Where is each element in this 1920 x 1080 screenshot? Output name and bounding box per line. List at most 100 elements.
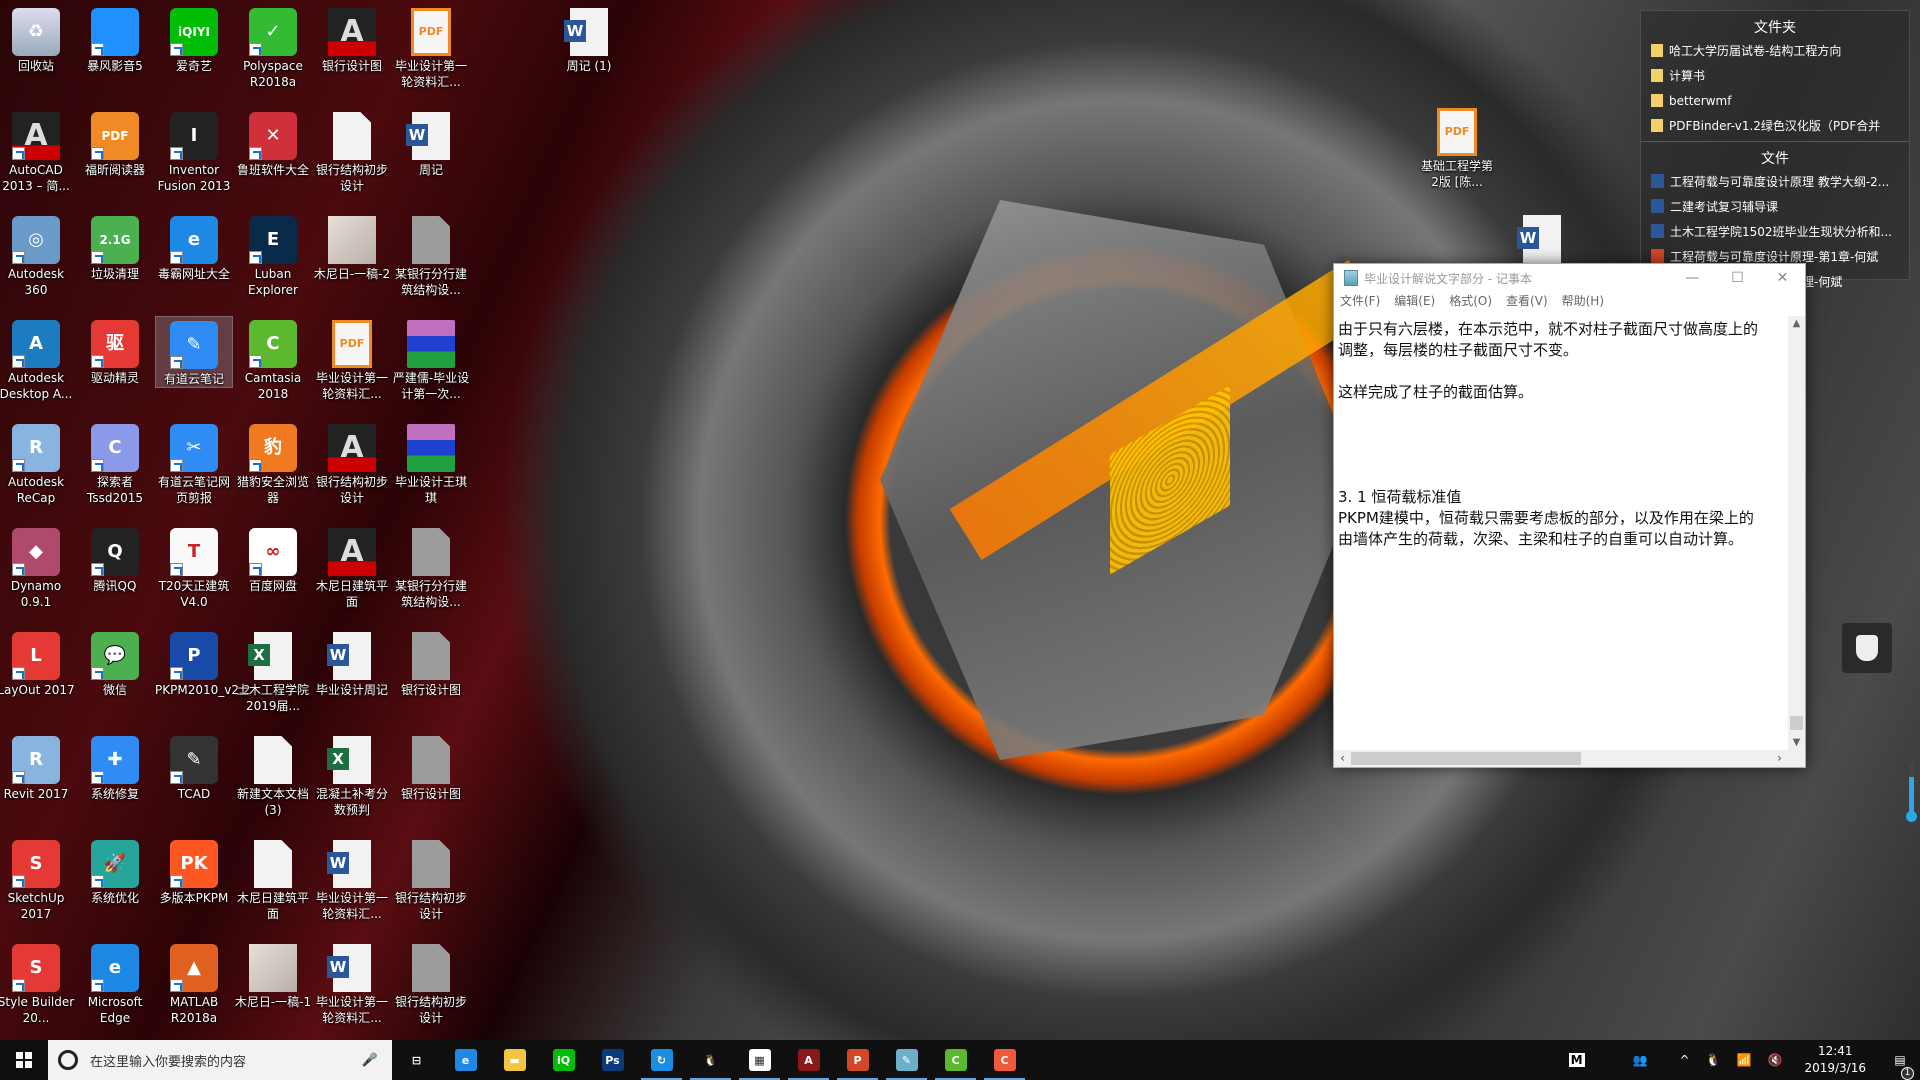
desktop-icon[interactable]: PDF 毕业设计第一轮资料汇... [392,4,470,90]
menu-help[interactable]: 帮助(H) [1562,292,1604,312]
desktop-icon[interactable]: R Revit 2017 [0,732,75,802]
desktop-icon[interactable]: 毕业设计第一轮资料汇... [313,836,391,922]
ime-indicator[interactable]: M [1568,1053,1585,1067]
jump-file-item[interactable]: 土木工程学院1502班毕业生现状分析和... [1641,220,1909,245]
menu-edit[interactable]: 编辑(E) [1394,292,1435,312]
jump-folder-item[interactable]: betterwmf [1641,89,1909,114]
desktop-icon[interactable]: 周记 [392,108,470,178]
desktop-icon[interactable]: A 银行设计图 [313,4,391,74]
desktop-icon[interactable]: ▲ MATLAB R2018a [155,940,233,1026]
desktop-icon[interactable]: e Microsoft Edge [76,940,154,1026]
desktop-icon[interactable]: 木尼日建筑平面 [234,836,312,922]
desktop-icon[interactable]: ✎ 有道云笔记 [155,316,233,388]
taskbar-edge-button[interactable]: e [441,1040,490,1080]
desktop-icon[interactable]: 某银行分行建筑结构设... [392,524,470,610]
volume-muted-icon[interactable]: 🔇 [1768,1053,1783,1067]
network-icon[interactable]: 📶 [1737,1053,1752,1067]
taskbar-file-explorer-button[interactable]: ▬ [490,1040,539,1080]
desktop-icon[interactable]: 毕业设计第一轮资料汇... [313,940,391,1026]
desktop-icon[interactable]: P PKPM2010_v2.2 [155,628,250,698]
menu-view[interactable]: 查看(V) [1506,292,1548,312]
close-button[interactable]: ✕ [1760,270,1805,286]
desktop-icon[interactable]: ✎ TCAD [155,732,233,802]
desktop-icon[interactable]: C Camtasia 2018 [234,316,312,402]
desktop-icon[interactable]: ✂ 有道云笔记网页剪报 [155,420,233,506]
taskbar-qq-button[interactable]: 🐧 [686,1040,735,1080]
desktop-icon[interactable]: 严建儒-毕业设计第一次... [392,316,470,402]
minimize-button[interactable]: — [1670,270,1715,286]
desktop-icon[interactable]: A AutoCAD 2013 – 简... [0,108,75,194]
desktop-icon[interactable]: 银行设计图 [392,732,470,802]
desktop-icon[interactable]: 银行设计图 [392,628,470,698]
taskbar-task-view-button[interactable]: ⊟ [392,1040,441,1080]
taskbar-camtasia-button[interactable]: C [931,1040,980,1080]
desktop-icon[interactable]: 周记 (1) [550,4,628,74]
desktop-icon[interactable]: iQIYI 爱奇艺 [155,4,233,74]
desktop-icon[interactable]: 2.1G 垃圾清理 [76,212,154,282]
microphone-icon[interactable]: 🎤 [362,1053,378,1068]
desktop-icon[interactable]: ∞ 百度网盘 [234,524,312,594]
taskbar-autocad-button[interactable]: A [784,1040,833,1080]
desktop-icon[interactable]: L LayOut 2017 [0,628,75,698]
desktop-icon[interactable]: R Autodesk ReCap [0,420,75,506]
desktop-icon[interactable]: 毕业设计周记 [313,628,391,698]
desktop-icon[interactable]: PDF 基础工程学第2版 [陈... [1418,104,1496,190]
taskbar-powerpoint-button[interactable]: P [833,1040,882,1080]
jump-file-item[interactable]: 二建考试复习辅导课 [1641,195,1909,220]
desktop-icon[interactable]: C 探索者Tssd2015 [76,420,154,506]
clock[interactable]: 12:41 2019/3/16 [1804,1043,1866,1077]
desktop-icon[interactable]: 某银行分行建筑结构设... [392,212,470,298]
desktop-icon[interactable]: S SketchUp 2017 [0,836,75,922]
start-button[interactable] [0,1040,48,1080]
desktop-icon[interactable]: A Autodesk Desktop A... [0,316,75,402]
desktop-icon[interactable]: 新建文本文档 (3) [234,732,312,818]
desktop-icon[interactable] [1503,211,1581,265]
desktop-icon[interactable]: 银行结构初步设计 [313,108,391,194]
desktop-icon[interactable]: I Inventor Fusion 2013 [155,108,233,194]
horizontal-scroll-thumb[interactable] [1351,752,1581,765]
text-editor[interactable]: 由于只有六层楼，在本示范中，就不对柱子截面尺寸做高度上的 调整，每层楼的柱子截面… [1334,316,1788,750]
desktop-icon[interactable]: ♻ 回收站 [0,4,75,74]
action-center-button[interactable]: ▤ 1 [1880,1053,1920,1080]
desktop-icon[interactable]: 银行结构初步设计 [392,836,470,922]
jump-file-item[interactable]: 工程荷载与可靠度设计原理 教学大纲-2... [1641,170,1909,195]
desktop-icon[interactable]: 豹猎豹安全浏览器 [234,420,312,506]
menu-format[interactable]: 格式(O) [1449,292,1492,312]
taskbar-app-blue-button[interactable]: ↻ [637,1040,686,1080]
desktop-icon[interactable]: 土木工程学院2019届... [234,628,312,714]
people-icon[interactable]: 👥 [1633,1053,1648,1067]
desktop-icon[interactable]: 🚀 系统优化 [76,836,154,906]
volume-slider[interactable] [1906,763,1917,822]
desktop-icon[interactable]: 💬 微信 [76,628,154,698]
desktop-icon[interactable]: A 木尼日建筑平面 [313,524,391,610]
desktop-icon[interactable]: S Style Builder 20... [0,940,75,1026]
menu-file[interactable]: 文件(F) [1340,292,1380,312]
qq-tray-icon[interactable]: 🐧 [1706,1053,1721,1067]
taskbar-search[interactable]: 在这里输入你要搜索的内容 🎤 [48,1040,392,1080]
desktop-icon[interactable]: PDF 毕业设计第一轮资料汇... [313,316,391,402]
scroll-up-icon[interactable]: ▲ [1788,318,1805,329]
jump-folder-item[interactable]: PDFBinder-v1.2绿色汉化版（PDF合并 [1641,114,1909,139]
desktop-icon[interactable]: E Luban Explorer [234,212,312,298]
desktop-icon[interactable]: 木尼日-一稿-1 [234,940,312,1010]
desktop-icon[interactable]: 混凝土补考分数预判 [313,732,391,818]
scroll-left-icon[interactable]: ‹ [1334,750,1351,767]
desktop-icon[interactable]: T T20天正建筑V4.0 [155,524,233,610]
title-bar[interactable]: 毕业设计解说文字部分 - 记事本 — ☐ ✕ [1334,264,1805,292]
desktop-icon[interactable]: ✓ Polyspace R2018a [234,4,312,90]
desktop-icon[interactable]: e 毒霸网址大全 [155,212,233,282]
usb-drive-widget[interactable] [1842,623,1892,673]
desktop-icon[interactable]: 暴风影音5 [76,4,154,74]
volume-slider-knob[interactable] [1906,811,1917,822]
desktop-icon[interactable]: ✕ 鲁班软件大全 [234,108,312,178]
desktop-icon[interactable]: 驱驱动精灵 [76,316,154,386]
jump-folder-item[interactable]: 计算书 [1641,64,1909,89]
desktop-icon[interactable]: PK 多版本PKPM [155,836,233,906]
scroll-right-icon[interactable]: › [1771,750,1788,767]
taskbar-iqiyi-button[interactable]: iQ [539,1040,588,1080]
scroll-down-icon[interactable]: ▼ [1788,737,1805,748]
maximize-button[interactable]: ☐ [1715,270,1760,286]
taskbar-camtasia-recorder-button[interactable]: C [980,1040,1029,1080]
horizontal-scrollbar[interactable]: ‹ › [1334,750,1788,767]
desktop-icon[interactable]: A 银行结构初步设计 [313,420,391,506]
